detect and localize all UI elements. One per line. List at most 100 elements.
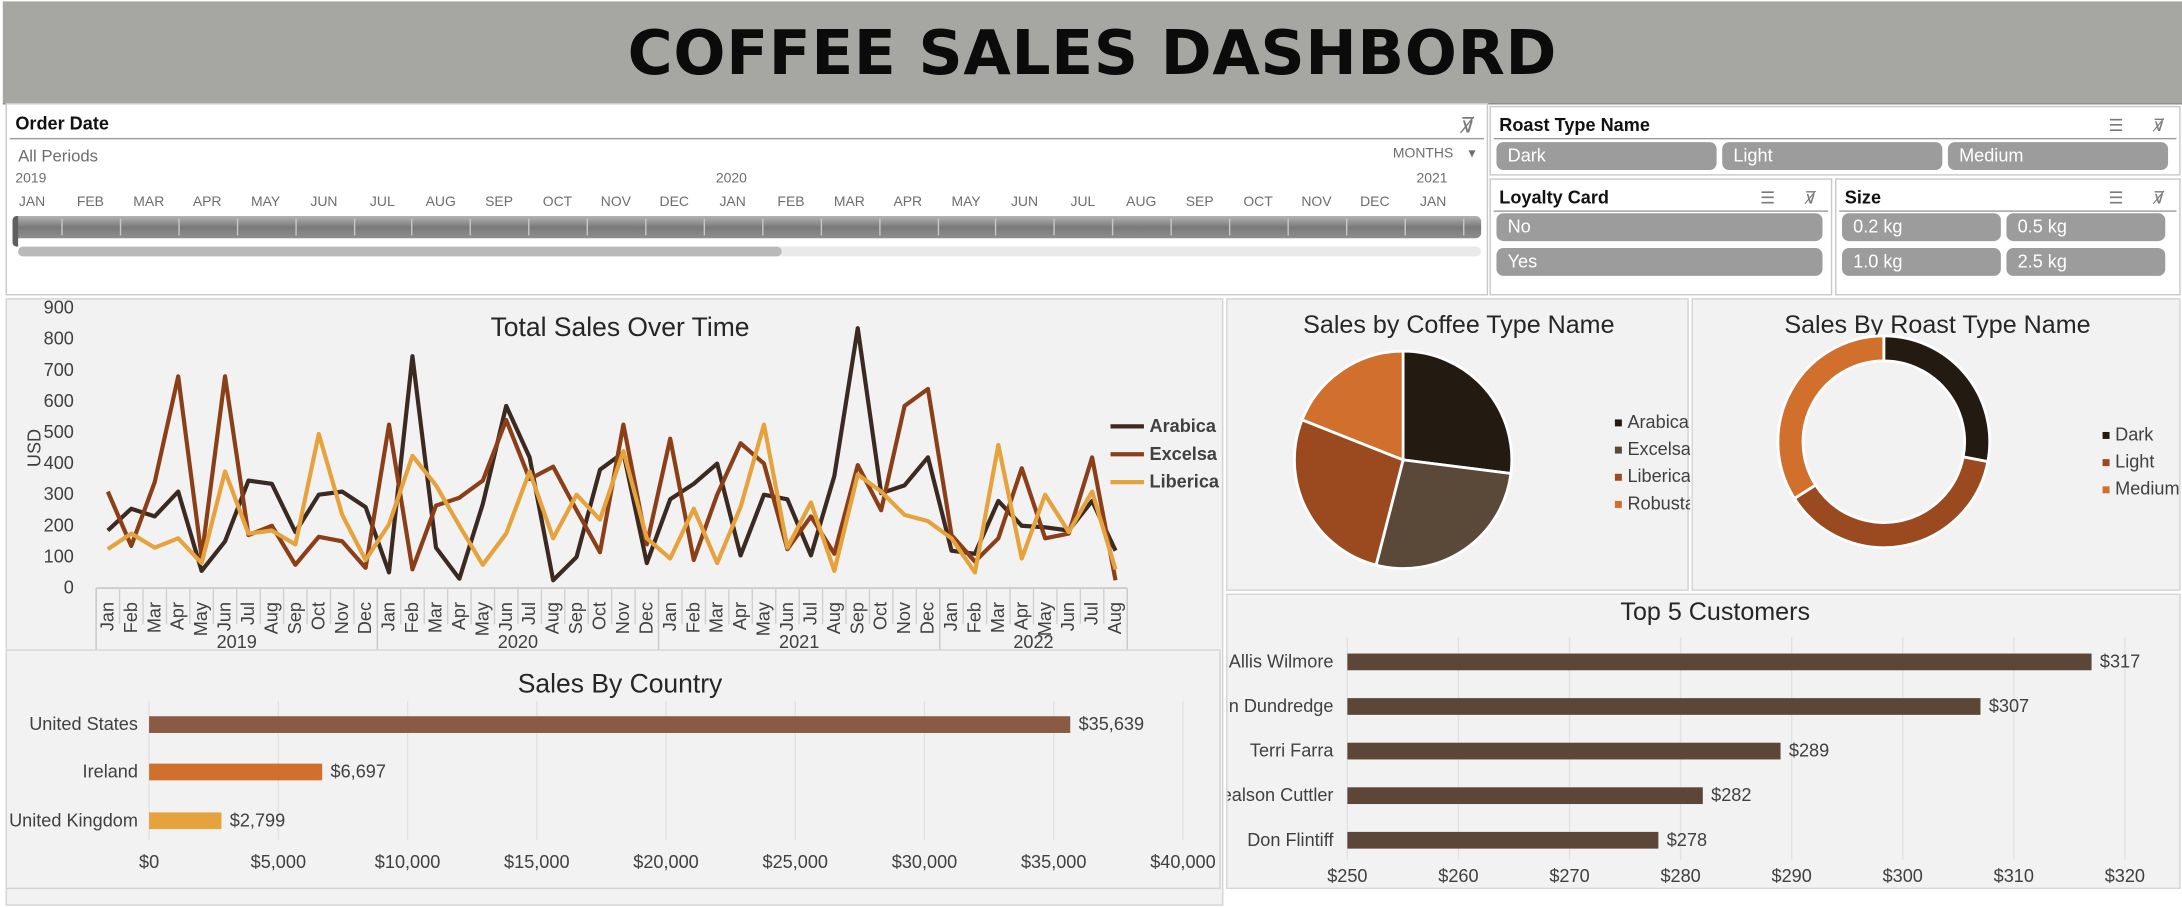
roast-chip-light[interactable]: Light <box>1722 142 1943 171</box>
timeline-month-cell[interactable] <box>1287 218 1289 236</box>
category-label: United Kingdom <box>9 810 138 830</box>
month-tick-label: Jun <box>215 602 235 631</box>
month-tick-label: Jul <box>238 602 258 625</box>
timeline-month-cell[interactable] <box>119 218 122 236</box>
timeline-month-cell[interactable] <box>1345 218 1348 236</box>
timeline-scrollbar[interactable] <box>18 246 1482 257</box>
timeline-month-cell[interactable] <box>820 218 822 236</box>
timeline-month-cell[interactable] <box>937 218 939 236</box>
timeline-month-cell[interactable] <box>353 218 355 236</box>
filter-clear-icon[interactable]: ⊽̸ <box>2153 114 2165 136</box>
legend-swatch-dark <box>2102 431 2110 439</box>
timeline-month-cell[interactable] <box>1462 218 1464 236</box>
legend-label-arabica: Arabica <box>1627 412 1689 432</box>
x-tick-label: $280 <box>1660 866 1700 886</box>
y-tick-label: 800 <box>44 329 74 349</box>
timeline-month-cell[interactable] <box>703 218 705 236</box>
loyalty-chip-no[interactable]: No <box>1496 213 1823 242</box>
x-tick-label: $30,000 <box>892 852 957 872</box>
dropdown-arrow-icon[interactable]: ▾ <box>1469 146 1476 161</box>
x-tick-label: $40,000 <box>1150 852 1215 872</box>
pie-slice-arabica <box>1401 349 1514 476</box>
size-chip-0-5kg[interactable]: 0.5 kg <box>2006 213 2166 242</box>
value-label: $278 <box>1667 830 1707 850</box>
month-tick-label: Oct <box>590 602 610 630</box>
timeline-month-cell[interactable] <box>178 218 180 236</box>
filter-clear-icon[interactable]: ⊽̸ <box>1805 187 1817 209</box>
timeline-month-label: SEP <box>485 195 514 211</box>
timeline-month-label: JAN <box>1420 195 1447 211</box>
filter-clear-icon[interactable]: ⊽̸ <box>2153 187 2165 209</box>
month-tick-label: Apr <box>168 602 188 630</box>
top-customers-chart: $250 $260 $270 $280 $290 $300 $310 $320 Allis Wi… <box>1228 636 2145 886</box>
size-chip-2-5kg[interactable]: 2.5 kg <box>2006 248 2166 276</box>
value-label: $317 <box>2100 651 2140 671</box>
timeline-month-label: JUN <box>1010 195 1039 211</box>
x-tick-label: $270 <box>1549 866 1589 886</box>
timeline-month-cell[interactable] <box>1228 218 1231 236</box>
timeline-month-cell[interactable] <box>411 218 413 236</box>
bar-ireland <box>149 763 323 781</box>
month-tick-label: Mar <box>988 602 1008 633</box>
timeline-month-cell[interactable] <box>469 218 472 236</box>
multi-select-icon[interactable]: ☰ <box>2108 187 2123 209</box>
y-tick-label: 500 <box>44 422 74 442</box>
category-label: Ireland <box>83 762 138 782</box>
timeline-month-cell[interactable] <box>645 218 647 236</box>
bar-united-kingdom <box>149 812 222 830</box>
y-tick-label: 400 <box>44 453 74 473</box>
x-tick-label: $35,000 <box>1021 852 1086 872</box>
loyalty-slicer-title: Loyalty Card <box>1499 186 1609 208</box>
timeline-month-cell[interactable] <box>294 218 297 236</box>
customer-label: Nealson Cuttler <box>1228 785 1334 805</box>
size-chip-0-2kg[interactable]: 0.2 kg <box>1842 213 2001 242</box>
x-tick-label: $5,000 <box>251 852 306 872</box>
timeline-month-label: OCT <box>542 195 573 211</box>
legend-swatch-medium <box>2102 486 2110 494</box>
timeline-month-label: FEB <box>777 195 805 211</box>
legend-label-excelsa: Excelsa <box>1627 439 1690 459</box>
timeline-month-label: DEC <box>1360 195 1390 211</box>
multi-select-icon[interactable]: ☰ <box>2108 114 2123 136</box>
timeline-month-cell[interactable] <box>1404 218 1406 236</box>
timeline-month-cell[interactable] <box>1053 218 1056 236</box>
customer-bar <box>1347 742 1781 760</box>
timeline-month-cell[interactable] <box>236 218 238 236</box>
customer-bar <box>1347 653 2092 671</box>
y-tick-label: 300 <box>44 484 74 504</box>
month-tick-label: Mar <box>426 602 446 633</box>
roast-chip-medium[interactable]: Medium <box>1947 142 2169 171</box>
timeline-month-cell[interactable] <box>1170 218 1172 236</box>
timeline-unit-select[interactable]: MONTHS <box>1393 146 1453 161</box>
month-tick-label: Feb <box>964 602 984 633</box>
order-date-timeline[interactable]: Order Date ⊽̸ All Periods MONTHS ▾ 2019 2… <box>5 103 1489 296</box>
timeline-selection-bar[interactable] <box>12 215 1482 247</box>
x-tick-label: $20,000 <box>633 852 698 872</box>
customer-bar <box>1347 698 1981 715</box>
timeline-month-label: APR <box>192 195 222 211</box>
loyalty-chip-yes[interactable]: Yes <box>1496 248 1823 276</box>
multi-select-icon[interactable]: ☰ <box>1760 187 1775 209</box>
timeline-scrollbar-thumb[interactable] <box>18 246 782 257</box>
timeline-month-cell[interactable] <box>761 218 764 236</box>
month-tick-label: Feb <box>683 602 703 633</box>
legend-label-dark: Dark <box>2115 424 2154 444</box>
y-tick-label: 700 <box>44 360 74 380</box>
timeline-month-cell[interactable] <box>878 218 881 236</box>
timeline-month-cell[interactable] <box>61 218 63 236</box>
filter-clear-icon[interactable]: ⊽̸ <box>1460 115 1475 138</box>
legend-swatch-arabica <box>1614 419 1622 427</box>
timeline-month-cell[interactable] <box>528 218 530 236</box>
timeline-month-label: NOV <box>600 195 631 211</box>
value-label: $289 <box>1789 741 1829 761</box>
x-tick-label: $320 <box>2105 866 2145 886</box>
timeline-month-cell[interactable] <box>586 218 589 236</box>
timeline-month-cell[interactable] <box>1112 218 1114 236</box>
roast-chip-dark[interactable]: Dark <box>1496 142 1717 171</box>
value-label: $35,639 <box>1079 714 1144 734</box>
value-label: $2,799 <box>230 810 285 830</box>
timeline-month-cell[interactable] <box>995 218 997 236</box>
month-tick-label: Aug <box>543 602 563 634</box>
roast-type-donut: Dark Light Medium <box>1776 334 2180 549</box>
size-chip-1-0kg[interactable]: 1.0 kg <box>1842 248 2001 276</box>
